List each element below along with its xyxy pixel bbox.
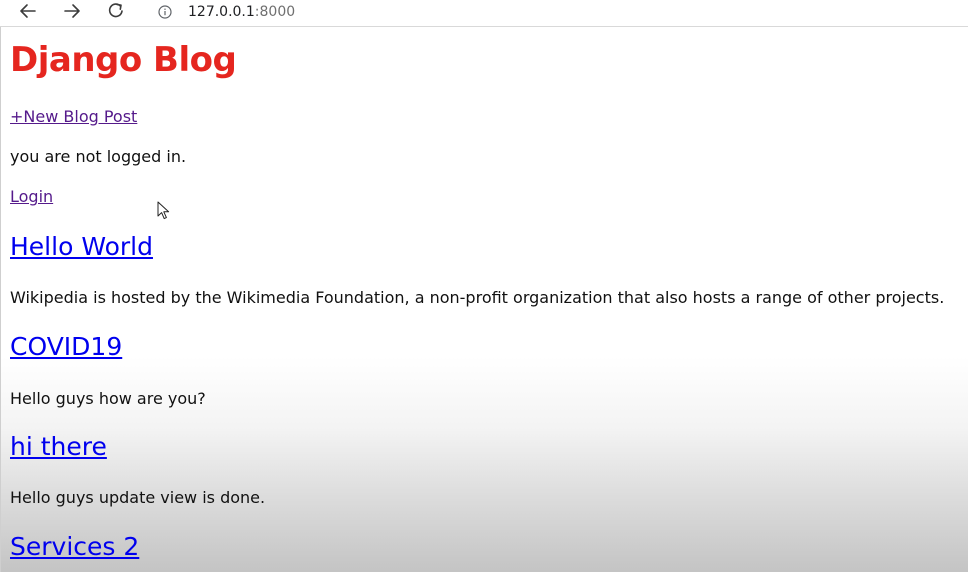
mouse-cursor-icon: [157, 201, 170, 220]
post-title-services-2[interactable]: Services 2: [10, 532, 139, 561]
info-icon[interactable]: [158, 5, 172, 19]
url-port: :8000: [254, 4, 296, 20]
post-body-hello-world: Wikipedia is hosted by the Wikimedia Fou…: [10, 288, 945, 307]
post-title-covid19[interactable]: COVID19: [10, 332, 122, 361]
back-button[interactable]: [14, 0, 42, 22]
url-host: 127.0.0.1: [188, 4, 255, 20]
reload-button[interactable]: [102, 0, 130, 22]
reload-icon: [108, 3, 123, 18]
browser-toolbar: 127.0.0.1:8000: [0, 0, 968, 27]
blog-title: Django Blog: [10, 40, 237, 80]
arrow-left-icon: [20, 4, 36, 18]
page-content: Django Blog +New Blog Post you are not l…: [0, 27, 968, 572]
post-title-hi-there[interactable]: hi there: [10, 432, 107, 461]
post-body-covid19: Hello guys how are you?: [10, 389, 206, 408]
address-bar[interactable]: 127.0.0.1:8000: [144, 0, 968, 24]
login-status-text: you are not logged in.: [10, 147, 187, 166]
login-link[interactable]: Login: [10, 187, 53, 206]
url-text[interactable]: 127.0.0.1:8000: [188, 4, 295, 20]
post-body-hi-there: Hello guys update view is done.: [10, 488, 266, 507]
arrow-right-icon: [64, 4, 80, 18]
forward-button[interactable]: [58, 0, 86, 22]
new-blog-post-link[interactable]: +New Blog Post: [10, 107, 137, 126]
post-title-hello-world[interactable]: Hello World: [10, 232, 153, 261]
